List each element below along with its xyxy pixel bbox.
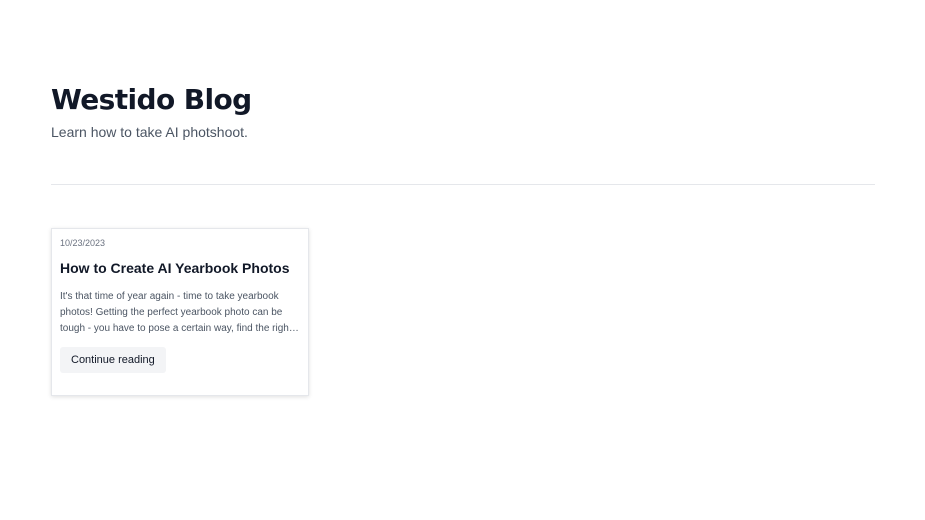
blog-title: Westido Blog (51, 83, 252, 116)
post-date: 10/23/2023 (60, 238, 106, 248)
post-excerpt: It's that time of year again - time to t… (60, 291, 292, 334)
continue-reading-button[interactable]: Continue reading (60, 347, 166, 373)
blog-header: Westido Blog Learn how to take AI photsh… (51, 82, 875, 142)
header-divider (51, 184, 875, 185)
blog-subtitle: Learn how to take AI photshoot. (51, 124, 248, 140)
post-card: 10/23/2023 How to Create AI Yearbook Pho… (51, 228, 309, 396)
post-title[interactable]: How to Create AI Yearbook Photos (60, 257, 300, 279)
